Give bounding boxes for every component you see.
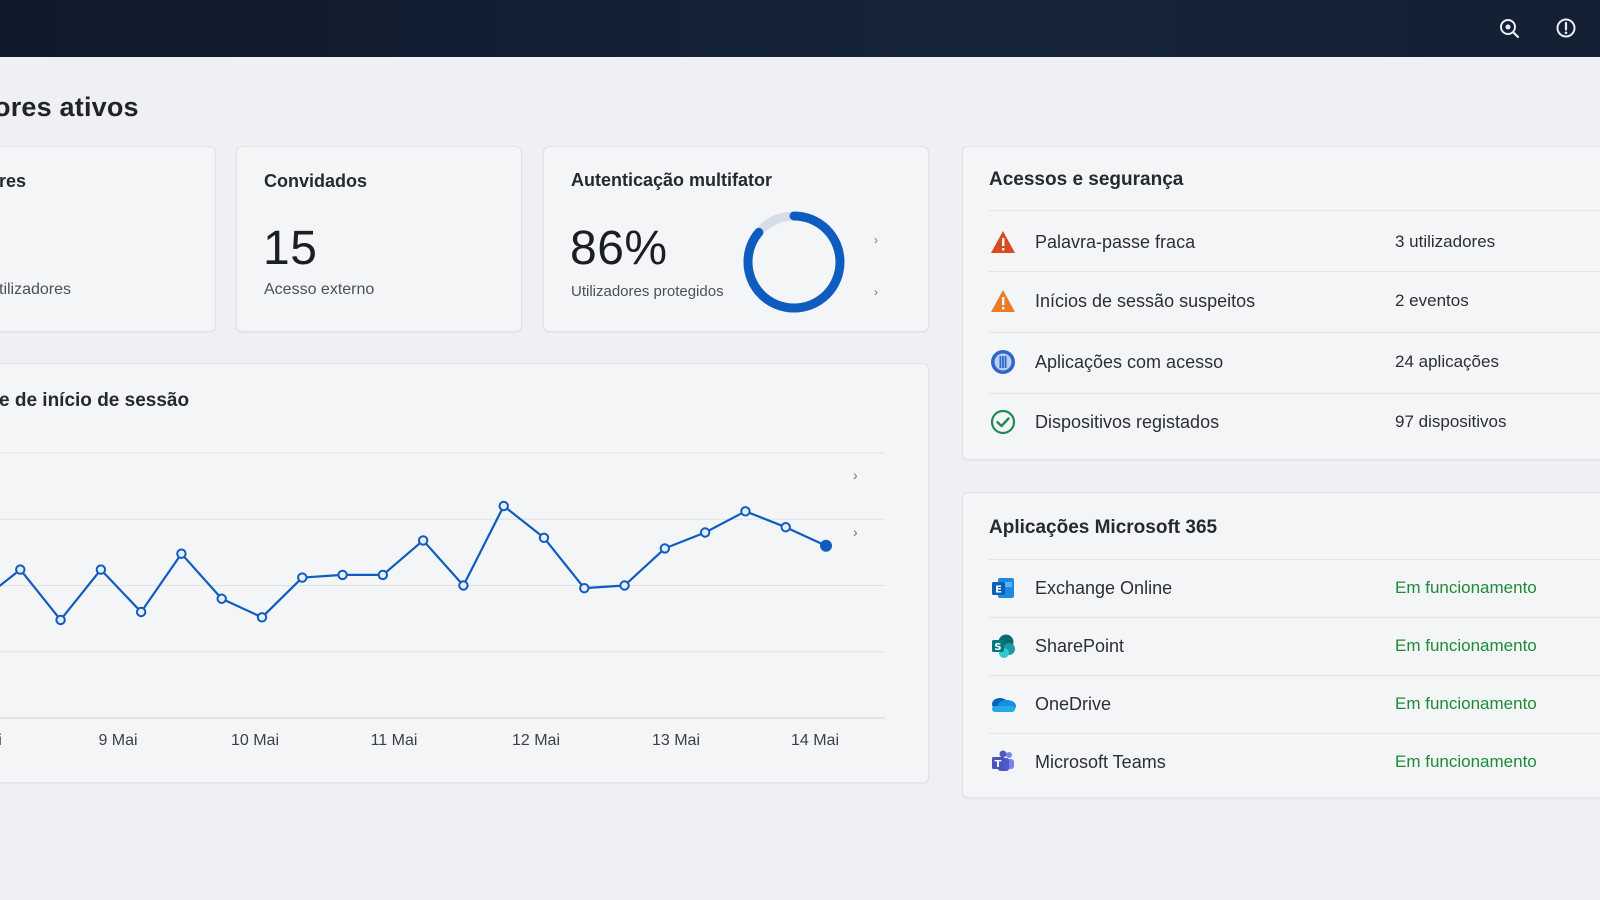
divider	[989, 675, 1600, 676]
app-status: Em funcionamento	[1395, 694, 1537, 713]
svg-text:E: E	[995, 585, 1002, 596]
data-point[interactable]	[659, 543, 671, 554]
data-point[interactable]	[498, 500, 509, 512]
security-item-registered-devices[interactable]: Dispositivos registados 97 dispositivos	[989, 399, 1600, 445]
app-item-teams[interactable]: T Microsoft Teams Em funcionamento	[989, 739, 1600, 785]
svg-text:S: S	[994, 642, 1001, 653]
data-point[interactable]	[619, 580, 630, 591]
app-item-label: Microsoft Teams	[1035, 751, 1166, 772]
app-status: Em funcionamento	[1395, 636, 1537, 655]
data-point[interactable]	[417, 535, 429, 546]
app-item-exchange[interactable]: E Exchange Online Em funcionamento	[989, 565, 1600, 611]
info-icon[interactable]	[1552, 14, 1580, 42]
apps-title: Aplicações Microsoft 365	[989, 517, 1218, 538]
app-access-icon	[989, 348, 1017, 376]
security-item-label: Palavra-passe fraca	[1035, 231, 1196, 252]
x-tick-label: i	[0, 732, 2, 750]
app-status: Em funcionamento	[1395, 752, 1537, 771]
x-tick-label: 13 Mai	[651, 732, 701, 749]
data-point[interactable]	[780, 522, 791, 533]
check-circle-icon	[989, 408, 1017, 436]
security-item-label: Inícios de sessão suspeitos	[1035, 290, 1256, 311]
signin-line-chart	[0, 452, 885, 719]
app-item-onedrive[interactable]: OneDrive Em funcionamento	[989, 681, 1600, 727]
app-item-label: OneDrive	[1035, 693, 1112, 714]
data-point[interactable]	[820, 539, 832, 552]
security-item-suspicious-signins[interactable]: Inícios de sessão suspeitos 2 eventos	[989, 278, 1600, 324]
data-point[interactable]	[458, 580, 469, 591]
x-tick-label: 10 Mai	[230, 732, 280, 749]
data-point[interactable]	[579, 582, 590, 594]
divider	[989, 271, 1600, 272]
onedrive-icon	[989, 690, 1017, 718]
x-tick-label: 12 Mai	[511, 732, 561, 749]
series-line	[0, 504, 827, 622]
data-point[interactable]	[538, 532, 550, 543]
sharepoint-icon: S	[989, 632, 1017, 660]
warning-orange-icon	[989, 287, 1017, 315]
divider	[989, 559, 1600, 560]
data-point[interactable]	[95, 564, 107, 575]
divider	[989, 210, 1600, 211]
divider	[989, 733, 1600, 734]
security-item-label: Aplicações com acesso	[1035, 351, 1224, 372]
data-point[interactable]	[740, 506, 751, 517]
exchange-icon: E	[989, 574, 1017, 602]
data-point[interactable]	[216, 593, 227, 604]
teams-icon: T	[989, 748, 1017, 776]
security-item-app-access[interactable]: Aplicações com acesso 24 aplicações	[989, 339, 1600, 385]
x-tick-label: 9 Mai	[98, 732, 138, 749]
app-item-label: SharePoint	[1035, 635, 1125, 656]
security-item-value: 97 dispositivos	[1395, 412, 1507, 431]
warning-red-icon	[989, 228, 1017, 256]
app-status: Em funcionamento	[1395, 578, 1537, 597]
data-point[interactable]	[176, 548, 187, 559]
svg-text:T: T	[995, 759, 1002, 770]
security-item-value: 3 utilizadores	[1395, 232, 1496, 251]
search-icon[interactable]	[1495, 14, 1523, 42]
divider	[989, 332, 1600, 333]
app-item-label: Exchange Online	[1035, 577, 1173, 598]
data-point[interactable]	[15, 564, 26, 575]
data-point[interactable]	[135, 606, 147, 618]
data-point[interactable]	[337, 569, 348, 581]
divider	[989, 617, 1600, 618]
security-card: Acessos e segurança Palavra-passe fraca …	[962, 146, 1600, 460]
data-point[interactable]	[377, 569, 389, 581]
security-item-value: 24 aplicações	[1395, 352, 1499, 371]
security-title: Acessos e segurança	[989, 169, 1184, 190]
security-item-value: 2 eventos	[1395, 291, 1469, 310]
data-point[interactable]	[699, 527, 711, 538]
security-item-label: Dispositivos registados	[1035, 411, 1220, 432]
x-tick-label: 14 Mai	[790, 732, 840, 749]
m365-apps-card: Aplicações Microsoft 365 E Exchange Onli…	[962, 492, 1600, 798]
data-point[interactable]	[55, 614, 66, 626]
data-point[interactable]	[297, 572, 308, 583]
divider	[989, 393, 1600, 394]
security-item-weak-password[interactable]: Palavra-passe fraca 3 utilizadores	[989, 219, 1600, 265]
data-point[interactable]	[256, 612, 268, 623]
x-tick-label: 11 Mai	[370, 732, 418, 749]
app-item-sharepoint[interactable]: S SharePoint Em funcionamento	[989, 623, 1600, 669]
